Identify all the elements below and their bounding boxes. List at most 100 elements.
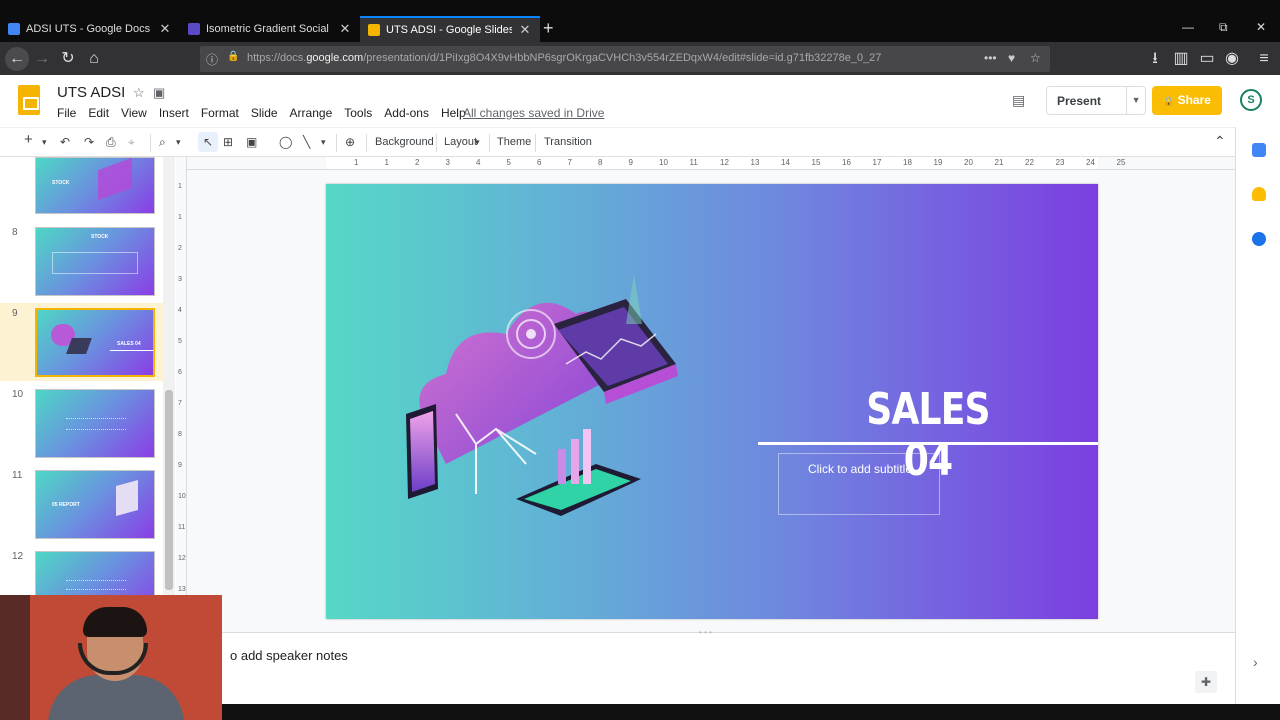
menu-insert[interactable]: Insert: [159, 106, 189, 120]
isometric-cloud-illustration: [406, 274, 678, 516]
slide-filmstrip: STOCK 8 STOCK 9 SALES 04 10 11 05 REPORT…: [0, 157, 176, 595]
home-icon[interactable]: ⌂: [84, 49, 104, 69]
select-tool-icon[interactable]: ↖: [198, 132, 218, 152]
title-underline: [758, 442, 1098, 445]
url-text[interactable]: https://docs.google.com/presentation/d/1…: [247, 52, 881, 64]
explore-icon[interactable]: ✚: [1195, 671, 1217, 693]
close-tab-icon[interactable]: ✕: [338, 21, 352, 37]
transition-button[interactable]: Transition: [544, 136, 592, 148]
info-icon[interactable]: ⓘ: [206, 51, 218, 68]
menu-edit[interactable]: Edit: [88, 106, 109, 120]
share-button[interactable]: 🔒 Share: [1152, 86, 1222, 115]
layout-button[interactable]: Layout: [444, 136, 477, 148]
thumb-illustration: [66, 338, 92, 354]
thumb-label: STOCK: [52, 180, 70, 186]
sidebar-icon[interactable]: ▭: [1197, 49, 1217, 69]
new-tab-button[interactable]: +: [543, 18, 554, 38]
forward-icon[interactable]: →: [32, 49, 52, 69]
ruler-tick-label: 3: [445, 158, 450, 167]
back-icon[interactable]: ←: [5, 47, 29, 71]
slides-header: UTS ADSI ☆ ▣ File Edit View Insert Forma…: [0, 75, 1280, 127]
ruler-tick-label: 19: [933, 158, 943, 167]
menu-view[interactable]: View: [121, 106, 147, 120]
slide-thumbnail-12[interactable]: [35, 551, 155, 595]
scrollbar-thumb[interactable]: [165, 390, 173, 590]
present-dropdown-icon[interactable]: ▼: [1126, 87, 1145, 114]
layout-dropdown-icon[interactable]: ▾: [475, 137, 480, 148]
line-icon[interactable]: ╲: [303, 135, 310, 149]
insert-image-icon[interactable]: ▣: [246, 135, 257, 149]
tab-isometric-gradient[interactable]: Isometric Gradient Social Media ✕: [180, 16, 360, 42]
zoom-dropdown-icon[interactable]: ▾: [176, 135, 181, 149]
comment-history-icon[interactable]: ▤: [1012, 92, 1030, 108]
library-icon[interactable]: ▥: [1171, 49, 1191, 69]
present-label[interactable]: Present: [1047, 94, 1126, 108]
tab-uts-adsi-slides[interactable]: UTS ADSI - Google Slides ✕: [360, 16, 540, 42]
download-icon[interactable]: ⭳: [1145, 49, 1165, 69]
background-button[interactable]: Background: [375, 136, 434, 148]
tab-title: Isometric Gradient Social Media: [206, 23, 332, 35]
account-icon[interactable]: ◉: [1222, 49, 1242, 69]
paint-format-icon[interactable]: ⌖: [128, 135, 135, 149]
zoom-icon[interactable]: ⌕: [159, 135, 166, 149]
insert-comment-icon[interactable]: ⊕: [345, 135, 355, 149]
slides-logo-icon[interactable]: [18, 85, 40, 115]
slide-thumbnail-8[interactable]: STOCK: [35, 227, 155, 296]
redo-icon[interactable]: ↷: [84, 135, 94, 149]
collapse-toolbar-icon[interactable]: ⌃: [1214, 134, 1226, 148]
reload-icon[interactable]: ↻: [58, 49, 78, 69]
current-slide[interactable]: SALES 04 Click to add subtitle: [326, 184, 1098, 619]
slide-thumbnail-9[interactable]: SALES 04: [35, 308, 155, 377]
tab-adsi-uts-docs[interactable]: ADSI UTS - Google Docs ✕: [0, 16, 180, 42]
new-slide-icon[interactable]: +: [24, 132, 33, 147]
minimize-icon[interactable]: —: [1182, 20, 1194, 34]
menu-icon[interactable]: ≡: [1254, 49, 1274, 69]
pocket-icon[interactable]: ♥: [1008, 51, 1015, 65]
theme-button[interactable]: Theme: [497, 136, 531, 148]
calendar-icon[interactable]: [1252, 143, 1266, 157]
notes-resize-handle[interactable]: • • •: [699, 628, 712, 637]
menu-file[interactable]: File: [57, 106, 76, 120]
print-icon[interactable]: ⎙: [106, 135, 116, 149]
menu-help[interactable]: Help: [441, 106, 466, 120]
present-button[interactable]: Present ▼: [1046, 86, 1146, 115]
shape-icon[interactable]: ◯: [279, 135, 292, 149]
slide-thumbnail-7[interactable]: STOCK: [35, 157, 155, 214]
ruler-tick-label: 12: [720, 158, 729, 167]
document-title[interactable]: UTS ADSI: [57, 84, 125, 101]
filmstrip-scrollbar[interactable]: [163, 157, 175, 595]
tasks-icon[interactable]: [1252, 232, 1266, 246]
slide-thumbnail-11[interactable]: 05 REPORT: [35, 470, 155, 539]
menu-tools[interactable]: Tools: [344, 106, 372, 120]
close-tab-icon[interactable]: ✕: [158, 21, 172, 37]
subtitle-placeholder: Click to add subtitle: [807, 462, 913, 476]
menu-slide[interactable]: Slide: [251, 106, 278, 120]
slide-thumbnail-10[interactable]: [35, 389, 155, 458]
speaker-notes-panel[interactable]: • • • o add speaker notes ✚: [187, 628, 1235, 704]
save-status-link[interactable]: All changes saved in Drive: [463, 106, 604, 120]
subtitle-placeholder-box[interactable]: Click to add subtitle: [778, 453, 940, 515]
menu-arrange[interactable]: Arrange: [290, 106, 333, 120]
slide-number: 11: [12, 470, 23, 481]
ruler-tick-label: 1: [178, 214, 182, 221]
url-bar[interactable]: ⓘ 🔒 https://docs.google.com/presentation…: [200, 46, 1050, 72]
menu-addons[interactable]: Add-ons: [384, 106, 429, 120]
lock-icon[interactable]: 🔒: [227, 51, 239, 62]
text-box-icon[interactable]: ⊞: [223, 135, 233, 149]
speaker-notes-placeholder[interactable]: o add speaker notes: [230, 648, 348, 663]
account-avatar[interactable]: S: [1240, 89, 1262, 111]
google-docs-icon: [8, 23, 20, 35]
star-icon[interactable]: ☆: [133, 85, 145, 101]
menu-format[interactable]: Format: [201, 106, 239, 120]
bookmark-star-icon[interactable]: ☆: [1030, 51, 1041, 65]
maximize-icon[interactable]: ⧉: [1219, 20, 1228, 35]
new-slide-dropdown-icon[interactable]: ▾: [42, 135, 47, 149]
keep-icon[interactable]: [1252, 187, 1266, 201]
move-folder-icon[interactable]: ▣: [153, 85, 165, 101]
undo-icon[interactable]: ↶: [60, 135, 70, 149]
close-tab-icon[interactable]: ✕: [518, 22, 532, 38]
page-actions-icon[interactable]: •••: [984, 51, 997, 65]
expand-panel-icon[interactable]: ›: [1253, 654, 1258, 670]
line-dropdown-icon[interactable]: ▾: [321, 135, 326, 149]
close-window-icon[interactable]: ✕: [1256, 20, 1266, 34]
